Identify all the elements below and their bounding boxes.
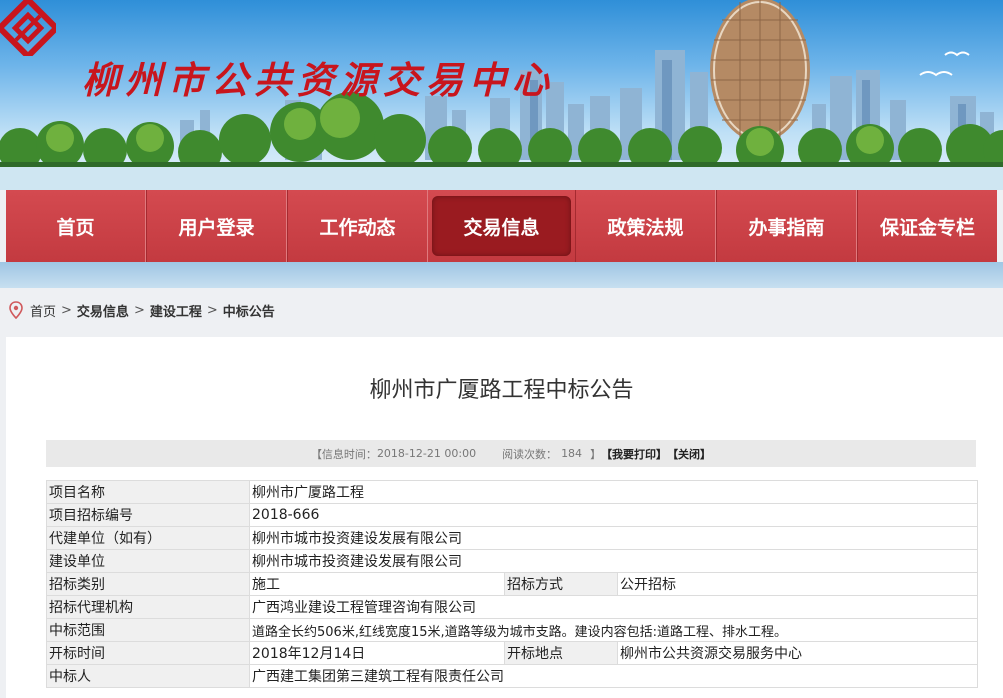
agency-value: 广西鸿业建设工程管理咨询有限公司	[249, 595, 978, 619]
diamond-interlock-logo	[0, 0, 56, 56]
open-time-value: 2018年12月14日	[249, 641, 505, 665]
info-bracket-close: 】	[590, 447, 602, 461]
nav-item-news[interactable]: 工作动态	[287, 190, 428, 262]
builder-value: 柳州市城市投资建设发展有限公司	[249, 549, 978, 573]
location-pin-icon	[9, 301, 23, 319]
nav-item-deposit[interactable]: 保证金专栏	[857, 190, 997, 262]
builder-label: 建设单位	[46, 549, 250, 573]
bid-no-label: 项目招标编号	[46, 503, 250, 527]
table-row: 中标范围 道路全长约506米,红线宽度15米,道路等级为城市支路。建设内容包括:…	[46, 618, 978, 642]
bid-no-value: 2018-666	[249, 503, 978, 527]
breadcrumb-separator: >	[61, 302, 72, 318]
table-row: 项目招标编号 2018-666	[46, 503, 978, 527]
nav-item-home[interactable]: 首页	[6, 190, 146, 262]
article-info-bar: 【信息时间： 2018-12-21 00:00 阅读次数： 184 】 【我要打…	[46, 440, 976, 467]
table-row: 招标类别 施工 招标方式 公开招标	[46, 572, 978, 596]
page-title: 柳州市广厦路工程中标公告	[369, 378, 634, 403]
nav-item-trade-info[interactable]: 交易信息	[432, 196, 571, 256]
open-place-value: 柳州市公共资源交易服务中心	[617, 641, 978, 665]
print-link[interactable]: 【我要打印】	[601, 446, 667, 462]
table-row: 中标人 广西建工集团第三建筑工程有限责任公司	[46, 664, 978, 688]
table-row: 项目名称 柳州市广厦路工程	[46, 480, 978, 504]
scope-value: 道路全长约506米,红线宽度15米,道路等级为城市支路。建设内容包括:道路工程、…	[249, 618, 978, 642]
info-time: 2018-12-21 00:00	[376, 447, 477, 460]
open-time-label: 开标时间	[46, 641, 250, 665]
open-place-label: 开标地点	[504, 641, 618, 665]
close-link[interactable]: 【关闭】	[667, 446, 711, 462]
agent-builder-label: 代建单位（如有）	[46, 526, 250, 550]
table-row: 代建单位（如有） 柳州市城市投资建设发展有限公司	[46, 526, 978, 550]
main-nav: 首页 用户登录 工作动态 交易信息 政策法规 办事指南 保证金专栏	[6, 190, 997, 262]
bid-type-label: 招标类别	[46, 572, 250, 596]
breadcrumb-home[interactable]: 首页	[30, 301, 56, 320]
nav-item-login[interactable]: 用户登录	[146, 190, 287, 262]
project-name-value: 柳州市广厦路工程	[249, 480, 978, 504]
table-row: 招标代理机构 广西鸿业建设工程管理咨询有限公司	[46, 595, 978, 619]
view-count-label: 阅读次数：	[502, 447, 558, 461]
breadcrumb-separator: >	[133, 302, 145, 318]
bid-method-label: 招标方式	[504, 572, 618, 596]
breadcrumb-trade-info[interactable]: 交易信息	[77, 301, 129, 320]
breadcrumb-separator: >	[206, 302, 218, 318]
nav-item-policy[interactable]: 政策法规	[575, 190, 716, 262]
award-detail-table: 项目名称 柳州市广厦路工程 项目招标编号 2018-666 代建单位（如有） 柳…	[46, 480, 978, 688]
table-row: 建设单位 柳州市城市投资建设发展有限公司	[46, 549, 978, 573]
breadcrumb-construction[interactable]: 建设工程	[150, 301, 202, 320]
winner-value: 广西建工集团第三建筑工程有限责任公司	[249, 664, 978, 688]
agency-label: 招标代理机构	[46, 595, 250, 619]
view-count: 184	[561, 447, 583, 460]
bid-method-value: 公开招标	[617, 572, 978, 596]
winner-label: 中标人	[46, 664, 250, 688]
scope-label: 中标范围	[46, 618, 250, 642]
nav-item-guide[interactable]: 办事指南	[716, 190, 857, 262]
breadcrumb-award-notice[interactable]: 中标公告	[223, 301, 275, 320]
project-name-label: 项目名称	[46, 480, 250, 504]
header-banner: 柳州市公共资源交易中心	[0, 0, 1003, 190]
bid-type-value: 施工	[249, 572, 505, 596]
info-time-label: 【信息时间：	[310, 447, 377, 461]
table-row: 开标时间 2018年12月14日 开标地点 柳州市公共资源交易服务中心	[46, 641, 978, 665]
nav-decor-strip	[0, 262, 1003, 288]
breadcrumb: 首页 > 交易信息 > 建设工程 > 中标公告	[8, 300, 275, 320]
agent-builder-value: 柳州市城市投资建设发展有限公司	[249, 526, 978, 550]
site-title: 柳州市公共资源交易中心	[82, 58, 555, 102]
